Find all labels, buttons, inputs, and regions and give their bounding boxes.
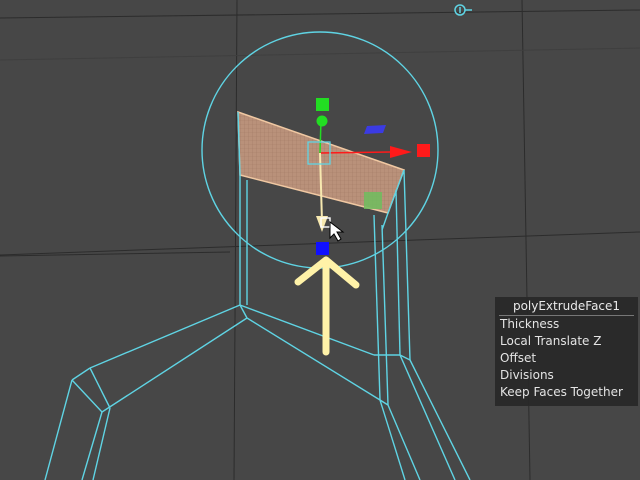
viewport-grid	[0, 0, 640, 480]
attribute-offset[interactable]: Offset	[496, 350, 637, 367]
arrow-up-icon	[294, 256, 360, 356]
attribute-thickness[interactable]: Thickness	[496, 316, 637, 333]
node-name-title: polyExtrudeFace1	[499, 298, 634, 316]
x-axis-cone[interactable]	[390, 146, 412, 158]
xz-plane-handle[interactable]	[364, 125, 386, 134]
in-view-channel-box: polyExtrudeFace1 Thickness Local Transla…	[495, 297, 638, 406]
y-axis-scale-handle[interactable]	[316, 98, 329, 111]
z-axis-scale-handle[interactable]	[316, 242, 329, 255]
y-axis-cone[interactable]	[316, 115, 328, 127]
viewport-scene[interactable]	[0, 0, 640, 480]
attribute-divisions[interactable]: Divisions	[496, 367, 637, 384]
x-axis-scale-handle[interactable]	[417, 144, 430, 157]
attribute-local-translate-z[interactable]: Local Translate Z	[496, 333, 637, 350]
3d-viewport[interactable]: polyExtrudeFace1 Thickness Local Transla…	[0, 0, 640, 480]
attribute-keep-faces-together[interactable]: Keep Faces Together	[496, 384, 637, 401]
camera-pivot-icon[interactable]	[454, 4, 472, 16]
yz-plane-handle[interactable]	[364, 192, 382, 209]
